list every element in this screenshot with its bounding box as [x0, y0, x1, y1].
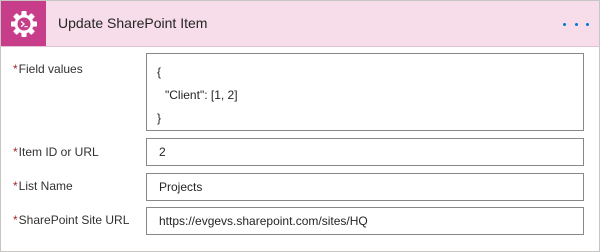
list-name-label-text: List Name: [18, 179, 73, 193]
more-options-icon[interactable]: [563, 15, 589, 33]
dot-icon: [586, 22, 589, 26]
json-line: }: [157, 111, 162, 125]
action-header[interactable]: Update SharePoint Item: [1, 1, 599, 47]
site-url-label: *SharePoint Site URL: [13, 213, 129, 227]
item-id-label: *Item ID or URL: [13, 145, 99, 159]
required-marker: *: [13, 179, 18, 193]
list-name-input[interactable]: Projects: [146, 173, 584, 201]
json-line: "Client": [1, 2]: [165, 88, 238, 102]
field-values-input[interactable]: { "Client": [1, 2] }: [146, 53, 584, 131]
field-values-label-text: Field values: [18, 62, 83, 76]
gear-terminal-icon: [10, 10, 37, 37]
action-title: Update SharePoint Item: [58, 15, 208, 31]
item-id-label-text: Item ID or URL: [18, 145, 99, 159]
required-marker: *: [13, 213, 18, 227]
list-name-label: *List Name: [13, 179, 73, 193]
dot-icon: [563, 22, 566, 26]
required-marker: *: [13, 145, 18, 159]
item-id-input[interactable]: 2: [146, 138, 584, 166]
list-name-value: Projects: [159, 180, 203, 194]
required-marker: *: [13, 62, 18, 76]
site-url-label-text: SharePoint Site URL: [18, 213, 130, 227]
site-url-input[interactable]: https://evgevs.sharepoint.com/sites/HQ: [146, 207, 584, 235]
field-values-label: *Field values: [13, 62, 83, 76]
sharepoint-action-icon: [1, 1, 46, 46]
dot-icon: [574, 22, 578, 26]
action-card: Update SharePoint Item *Field values { "…: [0, 0, 600, 252]
item-id-value: 2: [159, 145, 166, 159]
json-line: {: [157, 65, 162, 79]
site-url-value: https://evgevs.sharepoint.com/sites/HQ: [159, 214, 368, 228]
